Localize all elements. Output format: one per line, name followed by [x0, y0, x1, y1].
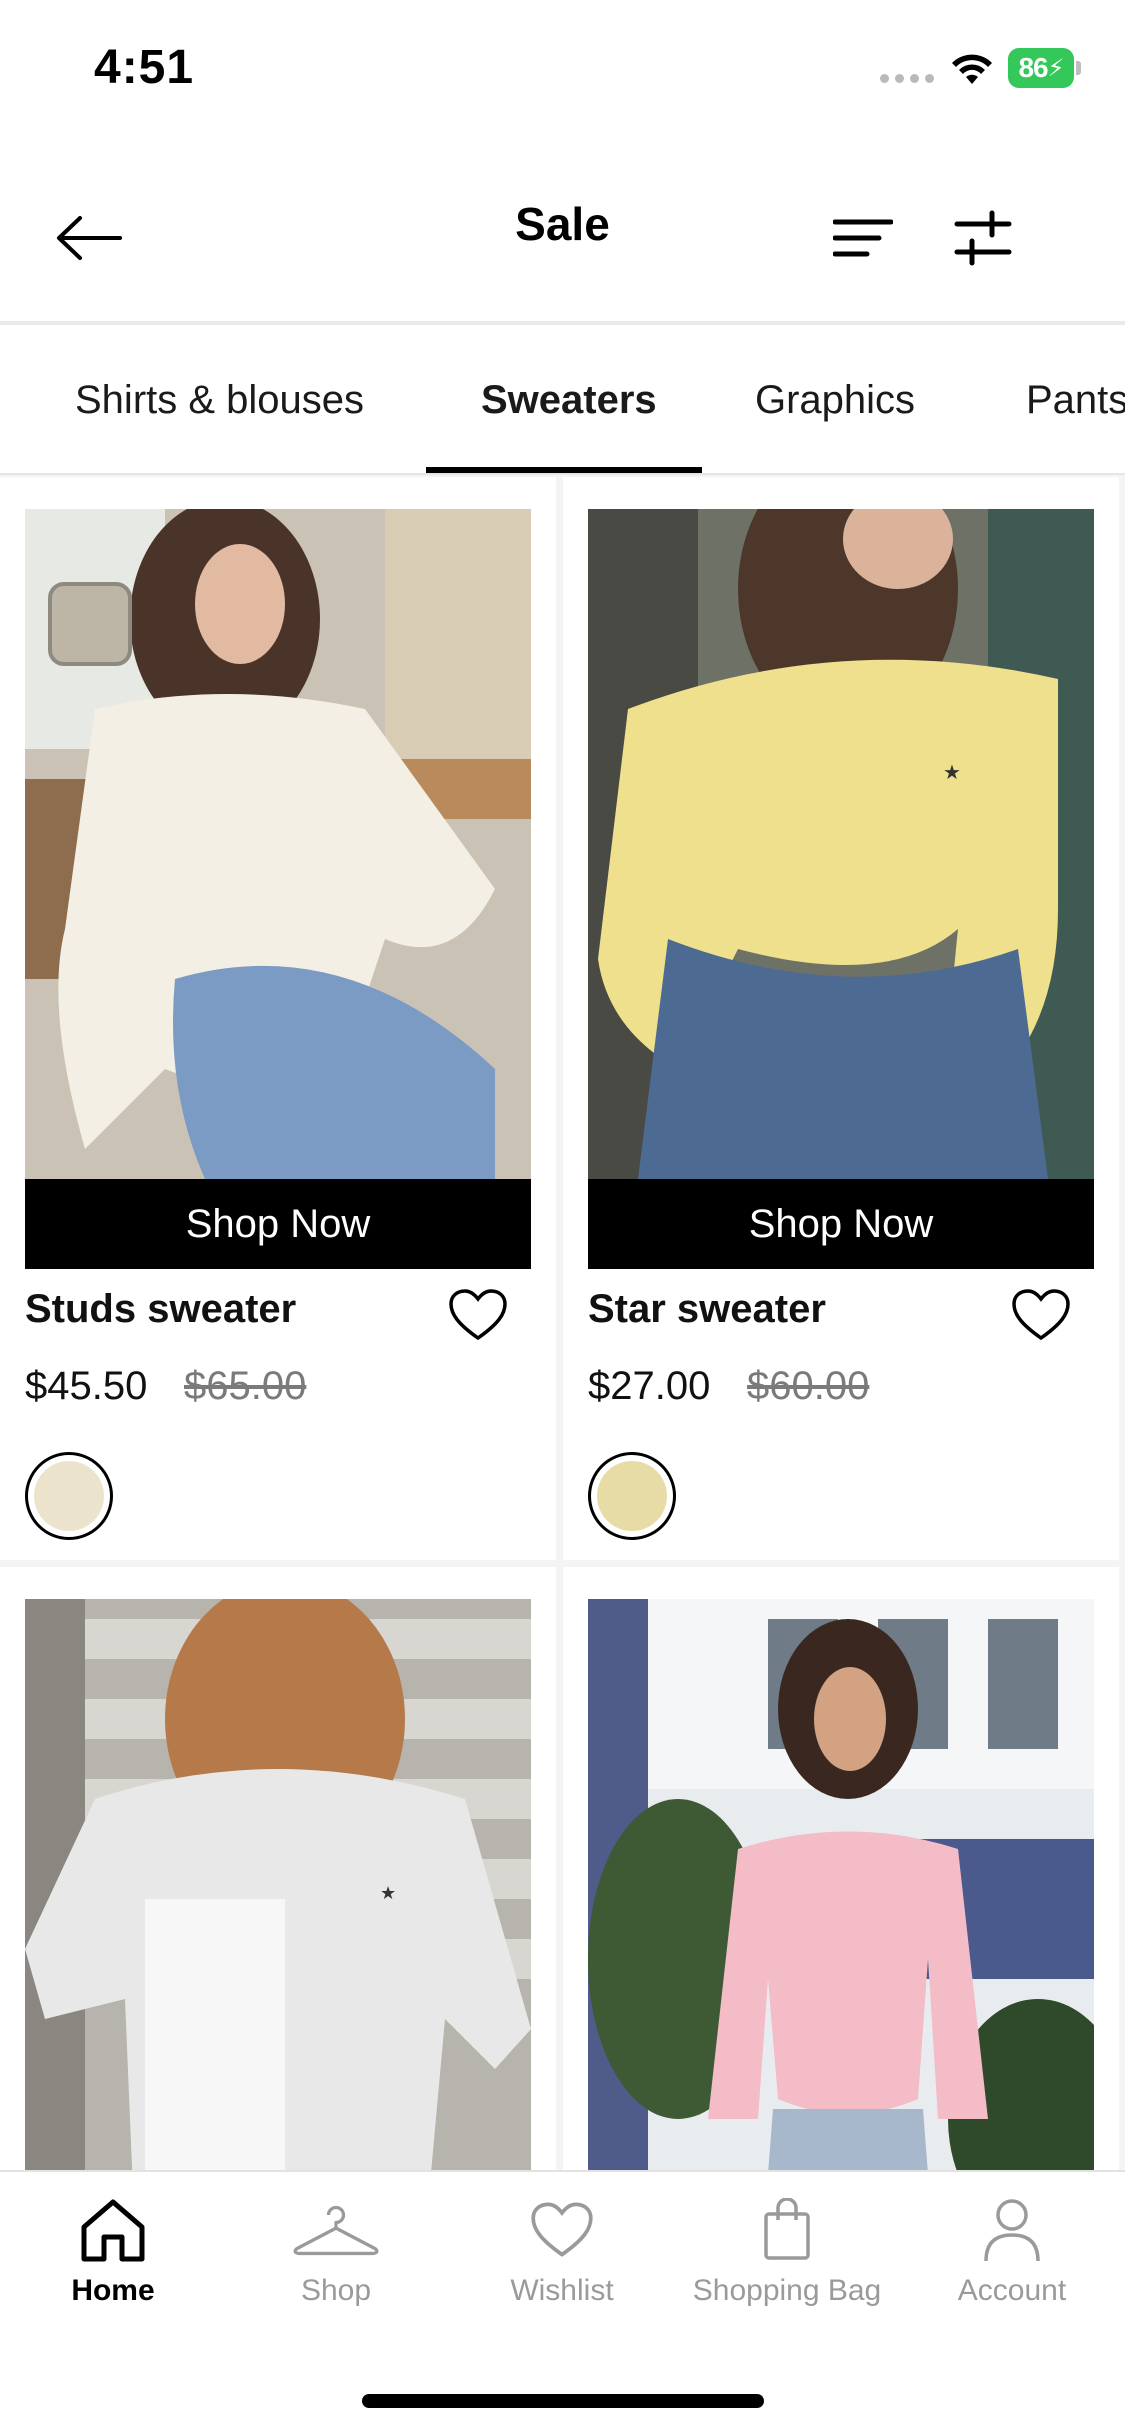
active-tab-indicator: [426, 467, 702, 473]
product-image[interactable]: [25, 509, 531, 1179]
account-icon: [984, 2199, 1040, 2262]
product-card[interactable]: [563, 1567, 1119, 2172]
svg-text:★: ★: [943, 760, 961, 784]
status-bar: 4:51 86 ⚡: [0, 0, 1125, 135]
status-time: 4:51: [94, 41, 195, 94]
heart-icon: [449, 1289, 507, 1341]
nav-shopping-bag[interactable]: Shopping Bag: [687, 2194, 887, 2334]
nav-account[interactable]: Account: [912, 2194, 1112, 2334]
tab-graphics[interactable]: Graphics: [755, 325, 915, 473]
heart-icon: [1012, 1289, 1070, 1341]
product-image[interactable]: [588, 1599, 1094, 2172]
wishlist-button[interactable]: [1008, 1285, 1074, 1345]
shop-now-button[interactable]: Shop Now: [588, 1179, 1094, 1269]
sort-icon: [833, 219, 893, 257]
product-photo: ★: [25, 1599, 531, 2172]
sale-price: $45.50: [25, 1364, 148, 1408]
swatch-color: [34, 1461, 104, 1531]
swatch-color: [597, 1461, 667, 1531]
back-button[interactable]: [46, 195, 132, 281]
color-swatch[interactable]: [588, 1452, 676, 1540]
tab-pants[interactable]: Pants: [1026, 325, 1125, 473]
wifi-icon: [952, 54, 992, 84]
nav-label: Account: [957, 2274, 1067, 2307]
hanger-icon: [293, 2205, 379, 2256]
shopping-bag-icon: [764, 2198, 810, 2260]
category-tabs: Shirts & blouses Sweaters Graphics Pants: [0, 325, 1125, 475]
filter-button[interactable]: [940, 195, 1026, 281]
nav-label: Shop: [300, 2274, 372, 2307]
battery-icon: 86 ⚡: [1008, 48, 1081, 88]
nav-shop[interactable]: Shop: [236, 2194, 436, 2334]
sale-price: $27.00: [588, 1364, 711, 1408]
product-photo: [25, 509, 531, 1179]
tab-sweaters[interactable]: Sweaters: [481, 325, 657, 473]
nav-label: Shopping Bag: [692, 2274, 882, 2307]
product-card[interactable]: Shop Now Studs sweater $45.50 $65.00: [0, 477, 556, 1560]
nav-home[interactable]: Home: [13, 2194, 213, 2334]
home-icon: [81, 2199, 145, 2262]
nav-label: Wishlist: [510, 2274, 614, 2307]
cellular-signal-icon: [880, 74, 934, 83]
nav-label: Home: [71, 2274, 155, 2307]
svg-text:★: ★: [380, 1883, 396, 1904]
home-indicator: [362, 2394, 764, 2408]
product-image[interactable]: ★: [588, 509, 1094, 1179]
original-price: $60.00: [747, 1364, 870, 1408]
battery-level: 86: [1018, 52, 1048, 83]
product-grid: Shop Now Studs sweater $45.50 $65.00 ★ S…: [0, 477, 1125, 2172]
header: Sale: [0, 135, 1125, 325]
wishlist-button[interactable]: [445, 1285, 511, 1345]
sort-button[interactable]: [820, 195, 906, 281]
product-card[interactable]: ★: [0, 1567, 556, 2172]
product-image[interactable]: ★: [25, 1599, 531, 2172]
original-price: $65.00: [184, 1364, 307, 1408]
color-swatch[interactable]: [25, 1452, 113, 1540]
heart-icon: [531, 2202, 593, 2257]
product-name[interactable]: Star sweater: [588, 1287, 826, 1332]
product-photo: [588, 1599, 1094, 2172]
product-name[interactable]: Studs sweater: [25, 1287, 296, 1332]
product-card[interactable]: ★ Shop Now Star sweater $27.00 $60.00: [563, 477, 1119, 1560]
product-photo: ★: [588, 509, 1094, 1179]
shop-now-button[interactable]: Shop Now: [25, 1179, 531, 1269]
sweater-shape: [708, 1831, 988, 2119]
filter-sliders-icon: [954, 210, 1012, 266]
arrow-left-icon: [57, 216, 122, 260]
nav-wishlist[interactable]: Wishlist: [462, 2194, 662, 2334]
tab-shirts-blouses[interactable]: Shirts & blouses: [75, 325, 364, 473]
